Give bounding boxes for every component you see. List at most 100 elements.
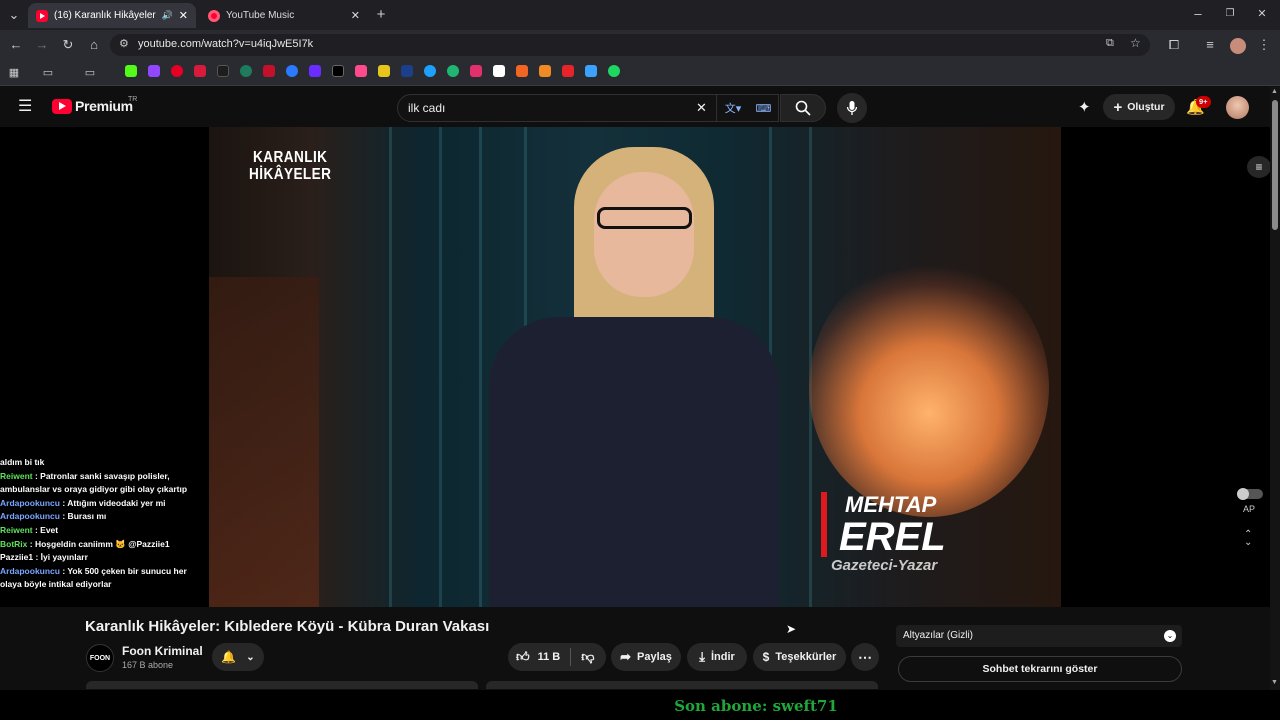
like-button[interactable]: 👍︎ 11 B [516, 649, 560, 665]
description-box[interactable] [86, 681, 478, 689]
address-bar[interactable]: ⚙ youtube.com/watch?v=u4iqJwE5I7k ⧉ ☆ [110, 34, 1150, 56]
youtube-music-favicon-icon [208, 9, 220, 22]
booking-bookmark-icon[interactable] [401, 65, 413, 77]
tab-youtube-video[interactable]: (16) Karanlık Hikâyeler: Kıbled 🔊 ✕ [28, 3, 196, 28]
bookmark-folder-icon[interactable]: ▭ [80, 63, 100, 83]
search-icon [795, 100, 811, 116]
expand-icon[interactable]: ⌄ [1164, 630, 1176, 642]
notification-badge: 9+ [1196, 96, 1211, 108]
bookmark-icon[interactable] [539, 65, 551, 77]
chapters-list-icon[interactable]: ≡ [1247, 156, 1271, 178]
more-icon: ⋯ [858, 648, 872, 665]
thanks-button[interactable]: $ Teşekkürler [753, 643, 846, 671]
search-input[interactable]: ilk cadı ✕ [397, 94, 717, 122]
bookmarks-bar: ▦ ▭ ▭ [0, 60, 1280, 86]
scroll-up-icon[interactable]: ▲ [1271, 88, 1278, 95]
window-close-icon[interactable]: ✕ [1252, 4, 1272, 24]
restore-icon[interactable]: ❐ [1220, 4, 1240, 24]
instagram-bookmark-icon[interactable] [470, 65, 482, 77]
chat-text: : Hoşgeldin caniimm 🐱 @Pazziie1 [29, 538, 170, 549]
subtitles-panel[interactable]: Altyazılar (Gizli) ⌄ [896, 625, 1182, 647]
tab-close-icon[interactable]: ✕ [351, 9, 360, 22]
new-tab-icon[interactable]: + [371, 5, 391, 25]
browser-menu-icon[interactable]: ⋮ [1254, 35, 1274, 55]
amazon-bookmark-icon[interactable] [493, 65, 505, 77]
comments-box[interactable] [486, 681, 878, 689]
bookmark-icon[interactable] [355, 65, 367, 77]
expand-collapse-icon[interactable]: ⌃ ⌄ [1244, 530, 1252, 548]
create-button[interactable]: + Oluştur [1103, 94, 1175, 120]
keyboard-extension-icon[interactable]: ⌨ [749, 94, 779, 122]
bookmark-icon[interactable] [424, 65, 436, 77]
like-count: 11 B [537, 651, 561, 663]
audio-playing-icon[interactable]: 🔊 [162, 10, 173, 21]
scroll-down-icon[interactable]: ▼ [1271, 679, 1278, 686]
more-actions-button[interactable]: ⋯ [851, 643, 879, 671]
hamburger-menu-icon[interactable]: ☰ [18, 99, 34, 115]
dislike-button[interactable]: 👎︎ [581, 649, 594, 665]
bookmark-m-icon[interactable] [516, 65, 528, 77]
url-text: youtube.com/watch?v=u4iqJwE5I7k [138, 38, 314, 50]
chat-message: Ardapookuncu : Attığım videodaki yer mi [0, 497, 206, 511]
bookmark-icon[interactable] [240, 65, 252, 77]
autoplay-toggle[interactable] [1237, 488, 1263, 500]
account-avatar[interactable] [1226, 96, 1249, 119]
bookmark-icon[interactable] [378, 65, 390, 77]
spotify-bookmark-icon[interactable] [608, 65, 620, 77]
scrollbar-thumb[interactable] [1272, 100, 1278, 230]
minimize-icon[interactable]: – [1188, 4, 1208, 24]
subtitles-label: Altyazılar (Gizli) [903, 630, 974, 641]
share-button[interactable]: ➦ Paylaş [611, 643, 681, 671]
translate-extension-icon[interactable]: 文▾ [717, 94, 749, 122]
channel-name[interactable]: Foon Kriminal [122, 644, 203, 658]
show-chat-replay-button[interactable]: Sohbet tekrarını göster [898, 656, 1182, 682]
reload-icon[interactable]: ↻ [58, 35, 78, 55]
bookmark-b-icon[interactable] [217, 65, 229, 77]
bookmark-icon[interactable] [194, 65, 206, 77]
channel-avatar[interactable]: FOON [86, 644, 114, 672]
search-button[interactable] [780, 94, 826, 122]
profile-avatar[interactable] [1230, 38, 1246, 54]
extensions-icon[interactable]: ⧠ [1164, 35, 1184, 55]
chevron-down-icon: ⌄ [246, 651, 255, 663]
bookmark-icon[interactable] [585, 65, 597, 77]
site-info-icon[interactable]: ⚙ [119, 37, 129, 50]
ai-sparkle-icon[interactable]: ✦ [1078, 98, 1091, 116]
kick-bookmark-icon[interactable] [125, 65, 137, 77]
voice-search-button[interactable] [837, 93, 867, 123]
back-icon[interactable]: ← [6, 35, 26, 55]
bookmark-star-icon[interactable]: ☆ [1130, 36, 1141, 50]
tab-close-icon[interactable]: ✕ [179, 9, 188, 22]
media-control-icon[interactable]: ≡ [1200, 35, 1220, 55]
apps-grid-icon[interactable]: ▦ [4, 63, 24, 83]
speaker-glasses [597, 207, 692, 229]
tab-search-icon[interactable]: ⌄ [4, 5, 24, 25]
download-button[interactable]: ⤓ İndir [687, 643, 747, 671]
plus-icon: + [1113, 98, 1123, 116]
bookmark-k-icon[interactable] [309, 65, 321, 77]
pinterest-bookmark-icon[interactable] [171, 65, 183, 77]
bookmark-folder-icon[interactable]: ▭ [38, 63, 58, 83]
install-app-icon[interactable]: ⧉ [1106, 37, 1114, 50]
clear-search-icon[interactable]: ✕ [696, 100, 707, 116]
chat-username: Pazziie1 [0, 552, 34, 563]
bookmark-icon[interactable] [286, 65, 298, 77]
bookmark-z-icon[interactable] [562, 65, 574, 77]
browser-tab-strip: ⌄ (16) Karanlık Hikâyeler: Kıbled 🔊 ✕ Yo… [0, 0, 1280, 30]
bell-icon: 🔔 [221, 650, 237, 664]
twitch-bookmark-icon[interactable] [148, 65, 160, 77]
tab-label: (16) Karanlık Hikâyeler: Kıbled [54, 10, 156, 21]
youtube-logo-icon[interactable] [52, 99, 72, 114]
x-bookmark-icon[interactable] [332, 65, 344, 77]
chat-overlay: aldım bi tık Reiwent : Patronlar sanki sa… [0, 456, 206, 592]
chat-text: : İyi yayınlarr [35, 552, 88, 563]
subscription-bell-button[interactable]: 🔔 ⌄ [212, 643, 264, 671]
forward-icon[interactable]: → [32, 35, 52, 55]
bookmark-icon[interactable] [447, 65, 459, 77]
youtube-logo-text[interactable]: Premium [75, 98, 133, 114]
video-frame[interactable]: KARANLIK HİKÂYELER MEHTAP EREL Gazeteci-… [209, 127, 1061, 607]
bookmark-icon[interactable] [263, 65, 275, 77]
super-thanks-icon: $ [762, 650, 770, 664]
tab-youtube-music[interactable]: YouTube Music ✕ [200, 3, 368, 28]
home-icon[interactable]: ⌂ [84, 35, 104, 55]
